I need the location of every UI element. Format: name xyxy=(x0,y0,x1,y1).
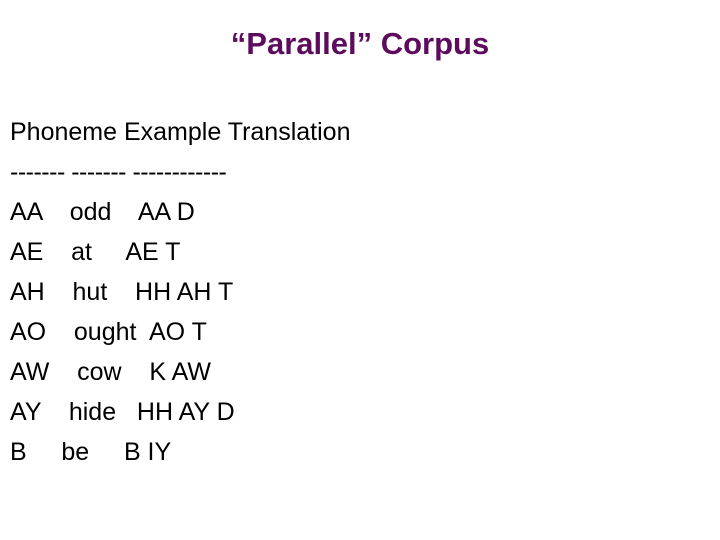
table-row: AY hide HH AY D xyxy=(10,398,235,426)
table-header-line: Phoneme Example Translation xyxy=(10,118,351,146)
table-separator-line: ------- ------- ------------ xyxy=(10,158,227,186)
phoneme-table: Phoneme Example Translation ------- ----… xyxy=(10,112,710,472)
page-title: “Parallel” Corpus xyxy=(230,26,490,61)
table-row: AE at AE T xyxy=(10,238,181,266)
table-row: AA odd AA D xyxy=(10,198,195,226)
table-row: AO ought AO T xyxy=(10,318,207,346)
slide: “Parallel” Corpus Phoneme Example Transl… xyxy=(0,0,720,540)
table-row: B be B IY xyxy=(10,438,172,466)
table-row: AW cow K AW xyxy=(10,358,211,386)
table-row: AH hut HH AH T xyxy=(10,278,234,306)
